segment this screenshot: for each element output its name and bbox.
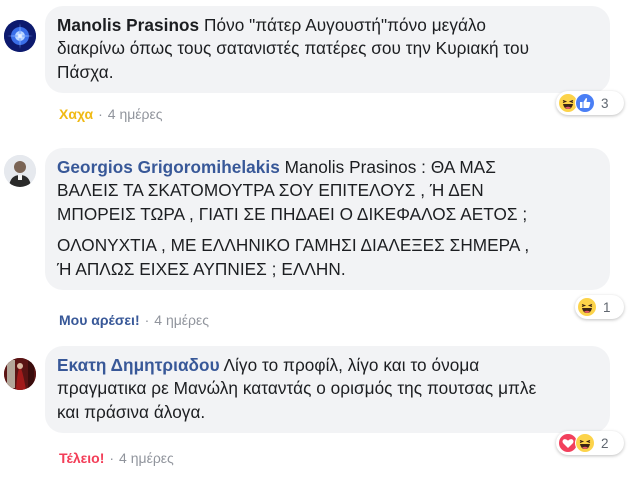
avatar-image bbox=[4, 20, 36, 52]
timestamp[interactable]: 4 ημέρες bbox=[154, 312, 209, 328]
reaction-link[interactable]: Χαχα bbox=[59, 106, 93, 122]
comment-text-line: Manolis Prasinos : ΘΑ ΜΑΣ bbox=[284, 157, 496, 177]
comment-author[interactable]: Georgios Grigoromihelakis bbox=[57, 157, 280, 177]
comment-actions: Μου αρέσει! · 4 ημέρες bbox=[59, 312, 209, 328]
reaction-count: 3 bbox=[601, 95, 609, 111]
comment-bubble: Georgios Grigoromihelakis Manolis Prasin… bbox=[45, 148, 610, 291]
comment-text-line: ΟΛΟΝΥΧΤΙΑ , ΜΕ ΕΛΛΗΝΙΚΟ ΓΑΜΗΣΙ ΔΙΑΛΕΞΕΣ … bbox=[57, 235, 530, 256]
comment-text-line: Λίγο το προφίλ, λίγο και το όνομα bbox=[223, 355, 480, 375]
reactions-summary[interactable]: 3 bbox=[556, 91, 624, 115]
separator-dot: · bbox=[109, 450, 115, 466]
avatar[interactable] bbox=[4, 358, 36, 390]
comment-text-line: Ή ΑΠΛΩΣ ΕΙΧΕΣ ΑΥΠΝΙΕΣ ; ΕΛΛΗΝ. bbox=[57, 258, 346, 279]
avatar[interactable] bbox=[4, 20, 36, 52]
avatar-image bbox=[4, 155, 36, 187]
separator-dot: · bbox=[98, 106, 103, 122]
comment-text-line: ΒΑΛΕΙΣ ΤΑ ΣΚΑΤΟΜΟΥΤΡΑ ΣΟΥ ΕΠΙΤΕΛΟΥΣ , Ή … bbox=[57, 180, 484, 201]
reaction-count: 2 bbox=[601, 435, 609, 451]
comment-text-line: ΜΠΟΡΕΙΣ ΤΩΡΑ , ΓΙΑΤΙ ΣΕ ΠΗΔΑΕΙ Ο ΔΙΚΕΦΑΛ… bbox=[57, 203, 528, 224]
comment-author[interactable]: Manolis Prasinos bbox=[57, 15, 199, 35]
comment-text-line: διακρίνω όπως τους σατανιστές πατέρες σο… bbox=[57, 38, 530, 59]
like-reaction-icon bbox=[575, 93, 595, 113]
reaction-link[interactable]: Τέλειο! bbox=[59, 450, 104, 466]
reaction-count: 1 bbox=[603, 299, 611, 315]
reactions-summary[interactable]: 2 bbox=[556, 431, 624, 455]
comment-text-line: πραγματικα ρε Μανώλη καταντάς ο ορισμός … bbox=[57, 378, 537, 399]
haha-reaction-icon bbox=[577, 297, 597, 317]
comment-text-line: Πάσχα. bbox=[57, 61, 114, 82]
comment-text-line: Πόνο "πάτερ Αυγουστή"πόνο μεγάλο bbox=[204, 15, 487, 35]
comment-text-line: και πράσινα άλογα. bbox=[57, 401, 206, 422]
comment-bubble: Εκατη Δημητριαδου Λίγο το προφίλ, λίγο κ… bbox=[45, 346, 610, 434]
comment-author[interactable]: Εκατη Δημητριαδου bbox=[57, 355, 220, 375]
comment-actions: Τέλειο! · 4 ημέρες bbox=[59, 450, 174, 466]
timestamp[interactable]: 4 ημέρες bbox=[108, 106, 163, 122]
comment-actions: Χαχα · 4 ημέρες bbox=[59, 106, 163, 122]
separator-dot: · bbox=[144, 312, 150, 328]
timestamp[interactable]: 4 ημέρες bbox=[119, 450, 174, 466]
reactions-summary[interactable]: 1 bbox=[575, 295, 624, 319]
comment-bubble: Manolis Prasinos Πόνο "πάτερ Αυγουστή"πό… bbox=[45, 6, 610, 94]
like-link[interactable]: Μου αρέσει! bbox=[59, 312, 140, 328]
haha-reaction-icon bbox=[575, 433, 595, 453]
avatar-image bbox=[4, 358, 36, 390]
avatar[interactable] bbox=[4, 155, 36, 187]
